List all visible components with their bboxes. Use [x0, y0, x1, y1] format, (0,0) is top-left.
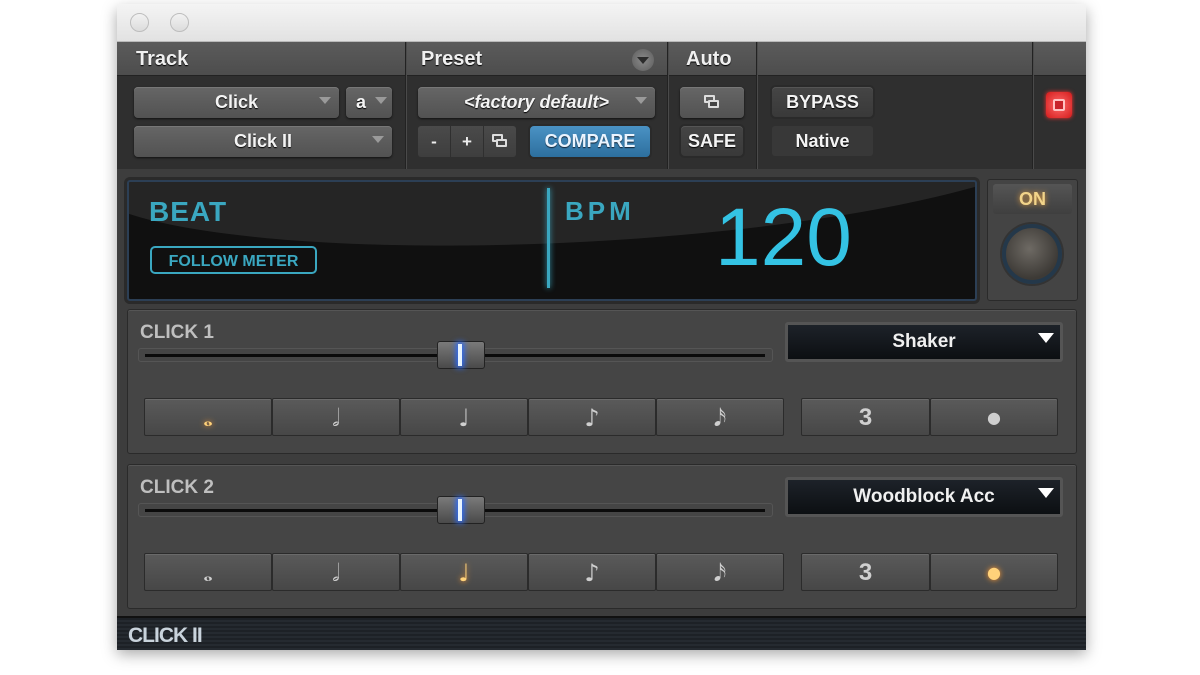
- eighth-note-icon: ♪: [584, 559, 600, 587]
- safe-button[interactable]: SAFE: [681, 126, 743, 156]
- triplet-button[interactable]: 3: [801, 553, 930, 591]
- dot-icon: ●: [987, 563, 1001, 582]
- title-bar: [117, 4, 1086, 42]
- slider-thumb-indicator: [457, 499, 462, 521]
- click-2-sound-value: Woodblock Acc: [853, 486, 995, 507]
- on-button[interactable]: ON: [993, 184, 1072, 214]
- target-icon: [1053, 99, 1065, 111]
- triplet-button[interactable]: 3: [801, 398, 930, 436]
- quarter-note-icon: ♩: [458, 559, 470, 587]
- copy-settings-button[interactable]: [484, 126, 516, 157]
- target-button[interactable]: [1046, 92, 1072, 118]
- slider-thumb-indicator: [457, 344, 462, 366]
- click-1-level-thumb[interactable]: [436, 341, 485, 369]
- quarter-note-icon: ♩: [458, 404, 470, 432]
- whole-note-icon: 𝅝: [203, 559, 213, 587]
- automation-icon: [704, 95, 720, 109]
- bypass-button[interactable]: BYPASS: [772, 87, 873, 117]
- chevron-down-icon: [635, 97, 647, 104]
- power-knob[interactable]: [1002, 224, 1062, 284]
- track-select-value: Click: [214, 92, 259, 112]
- plugin-footer: CLICK II: [117, 616, 1086, 650]
- preset-label: Preset: [421, 48, 483, 70]
- preset-menu-icon[interactable]: [632, 49, 654, 71]
- compare-button[interactable]: COMPARE: [530, 126, 650, 157]
- note-button-whole-note[interactable]: 𝅝: [144, 398, 272, 436]
- note-button-eighth-note[interactable]: ♪: [528, 398, 656, 436]
- note-button-sixteenth-note[interactable]: 𝅘𝅥𝅯: [656, 553, 784, 591]
- bypass-column: BYPASS Native: [757, 42, 1033, 169]
- track-select[interactable]: Click: [134, 87, 339, 118]
- plugin-body: BEAT FOLLOW METER BPM 120 ON CLICK 1 Sha…: [117, 169, 1086, 616]
- auto-column: Auto SAFE: [668, 42, 757, 169]
- plugin-name: CLICK II: [128, 624, 203, 647]
- close-button[interactable]: [130, 13, 149, 32]
- bpm-label: BPM: [565, 196, 635, 226]
- chevron-down-icon: [372, 136, 384, 143]
- dotted-note-button[interactable]: ●: [930, 553, 1058, 591]
- click-1-panel: CLICK 1 Shaker 𝅝 𝅗𝅥 ♩ ♪ 𝅘𝅥𝅯 3 ●: [127, 309, 1077, 454]
- previous-preset-button[interactable]: -: [418, 126, 450, 157]
- click-1-sound-select[interactable]: Shaker: [785, 322, 1063, 362]
- note-button-sixteenth-note[interactable]: 𝅘𝅥𝅯: [656, 398, 784, 436]
- eighth-note-icon: ♪: [584, 404, 600, 432]
- note-button-quarter-note[interactable]: ♩: [400, 553, 528, 591]
- chevron-down-icon: [319, 97, 331, 104]
- click-2-note-buttons: 𝅝 𝅗𝅥 ♩ ♪ 𝅘𝅥𝅯 3 ●: [144, 553, 1062, 593]
- tempo-display: BEAT FOLLOW METER BPM 120: [127, 180, 977, 301]
- chevron-down-icon: [1038, 488, 1054, 498]
- track-channel-select[interactable]: a: [346, 87, 392, 118]
- track-column: Track Click a Click II: [117, 42, 406, 169]
- note-button-quarter-note[interactable]: ♩: [400, 398, 528, 436]
- click-2-sound-select[interactable]: Woodblock Acc: [785, 477, 1063, 517]
- click-2-label: CLICK 2: [140, 477, 214, 498]
- copy-icon: [492, 134, 508, 148]
- click-1-label: CLICK 1: [140, 322, 214, 343]
- track-label: Track: [136, 48, 189, 70]
- note-button-eighth-note[interactable]: ♪: [528, 553, 656, 591]
- sixteenth-note-icon: 𝅘𝅥𝅯: [713, 559, 727, 587]
- click-2-level-thumb[interactable]: [436, 496, 485, 524]
- preset-select-value: <factory default>: [463, 92, 610, 112]
- power-panel: ON: [987, 179, 1078, 301]
- half-note-icon: 𝅗𝅥: [332, 404, 340, 432]
- sixteenth-note-icon: 𝅘𝅥𝅯: [713, 404, 727, 432]
- next-preset-button[interactable]: +: [451, 126, 483, 157]
- display-divider: [547, 188, 550, 288]
- note-button-half-note[interactable]: 𝅗𝅥: [272, 553, 400, 591]
- note-button-half-note[interactable]: 𝅗𝅥: [272, 398, 400, 436]
- plugin-window: Track Click a Click II Preset <factory d…: [117, 4, 1086, 650]
- preset-select[interactable]: <factory default>: [418, 87, 655, 118]
- chevron-down-icon: [1038, 333, 1054, 343]
- dot-icon: ●: [987, 408, 1001, 427]
- plugin-select-value: Click II: [233, 131, 293, 151]
- plugin-select[interactable]: Click II: [134, 126, 392, 157]
- whole-note-icon: 𝅝: [203, 404, 213, 432]
- beat-label: BEAT: [149, 196, 228, 227]
- note-button-whole-note[interactable]: 𝅝: [144, 553, 272, 591]
- click-1-note-buttons: 𝅝 𝅗𝅥 ♩ ♪ 𝅘𝅥𝅯 3 ●: [144, 398, 1062, 438]
- preset-column: Preset <factory default> - + COMPARE: [406, 42, 668, 169]
- click-2-panel: CLICK 2 Woodblock Acc 𝅝 𝅗𝅥 ♩ ♪ 𝅘𝅥𝅯 3 ●: [127, 464, 1077, 609]
- dotted-note-button[interactable]: ●: [930, 398, 1058, 436]
- track-channel-value: a: [356, 92, 367, 112]
- native-indicator: Native: [772, 126, 873, 156]
- click-1-sound-value: Shaker: [892, 331, 956, 352]
- half-note-icon: 𝅗𝅥: [332, 559, 340, 587]
- follow-meter-button[interactable]: FOLLOW METER: [150, 246, 317, 274]
- chevron-down-icon: [375, 97, 387, 104]
- automation-button[interactable]: [680, 87, 744, 118]
- plugin-header: Track Click a Click II Preset <factory d…: [117, 42, 1086, 169]
- bpm-value[interactable]: 120: [715, 188, 852, 288]
- auto-label: Auto: [686, 48, 732, 70]
- minimize-button[interactable]: [170, 13, 189, 32]
